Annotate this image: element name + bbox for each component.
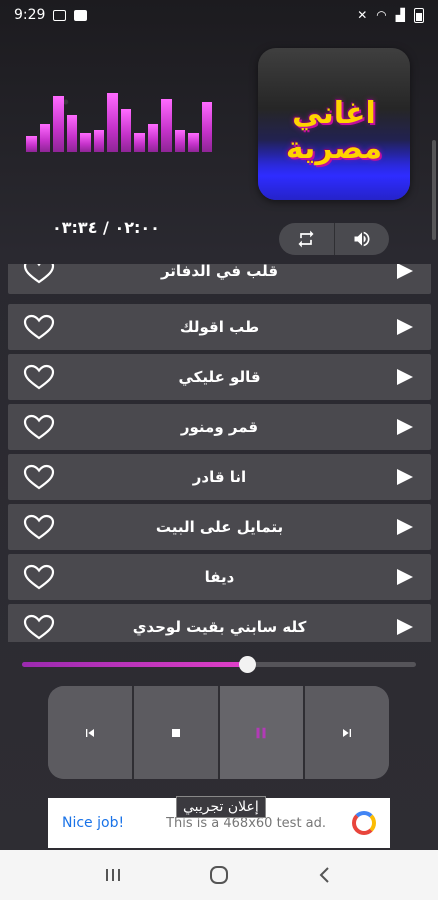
- status-time: 9:29: [14, 7, 46, 23]
- volume-button[interactable]: [333, 223, 390, 255]
- play-icon[interactable]: [397, 619, 413, 635]
- ad-label: إعلان تجريبي: [176, 796, 266, 818]
- song-list-item[interactable]: قمر ومنور: [8, 404, 431, 450]
- status-bar: 9:29 ✕ ◠ ▟: [0, 0, 438, 30]
- battery-icon: [414, 7, 424, 23]
- volume-icon: [354, 231, 370, 247]
- song-title: قالو عليكي: [178, 368, 261, 386]
- song-list-item[interactable]: كله سابني بقيت لوحدي: [8, 604, 431, 642]
- equalizer-bar: [80, 133, 91, 152]
- progress-fill: [22, 662, 247, 667]
- equalizer-bar: [53, 96, 64, 152]
- pause-button[interactable]: [217, 686, 304, 779]
- signal-icon: ▟: [395, 8, 406, 22]
- stop-icon: [171, 728, 180, 737]
- album-title: اغاني مصرية: [285, 96, 383, 166]
- ad-nice-text: Nice job!: [62, 815, 125, 831]
- equalizer-bar: [174, 130, 185, 152]
- play-icon[interactable]: [397, 519, 413, 535]
- equalizer-bar: [188, 133, 199, 152]
- back-button[interactable]: [305, 855, 345, 895]
- song-title: انا قادر: [192, 468, 247, 486]
- equalizer-bar: [161, 99, 172, 152]
- home-button[interactable]: [199, 855, 239, 895]
- play-icon[interactable]: [397, 569, 413, 585]
- song-title: قلب في الدفاتر: [160, 264, 279, 280]
- song-list-item[interactable]: قالو عليكي: [8, 354, 431, 400]
- stop-button[interactable]: [131, 686, 218, 779]
- favorite-heart-icon[interactable]: [22, 313, 56, 341]
- screenshot-icon: [74, 9, 88, 21]
- ad-logo-icon: [352, 811, 376, 835]
- recent-apps-button[interactable]: [93, 855, 133, 895]
- play-icon[interactable]: [397, 469, 413, 485]
- favorite-heart-icon[interactable]: [22, 463, 56, 491]
- song-list-item[interactable]: بتمايل على البيت: [8, 504, 431, 550]
- album-cover: اغاني مصرية: [258, 48, 410, 200]
- home-icon: [210, 866, 228, 884]
- playback-mode-controls: [279, 223, 389, 255]
- equalizer-bar: [107, 93, 118, 152]
- mute-icon: ✕: [357, 8, 369, 22]
- song-title: كله سابني بقيت لوحدي: [132, 618, 307, 636]
- equalizer-bar: [39, 124, 50, 152]
- song-list: قلب في الدفاتر طب اقولك قالو عليكي قمر ومنو…: [8, 264, 431, 642]
- song-list-item[interactable]: طب اقولك: [8, 304, 431, 350]
- time-display: ٠٢:٠٠ / ٠٣:٣٤: [52, 218, 160, 237]
- next-button[interactable]: [303, 686, 389, 779]
- scroll-indicator: [432, 140, 436, 240]
- favorite-heart-icon[interactable]: [22, 264, 56, 285]
- song-list-item[interactable]: انا قادر: [8, 454, 431, 500]
- equalizer-bar: [147, 124, 158, 152]
- song-title: بتمايل على البيت: [155, 518, 284, 536]
- song-title: قمر ومنور: [180, 418, 259, 436]
- repeat-button[interactable]: [279, 223, 334, 255]
- pause-icon: [256, 727, 266, 738]
- transport-controls: [48, 686, 389, 779]
- equalizer-visualizer: [26, 90, 212, 152]
- play-icon[interactable]: [397, 369, 413, 385]
- previous-button[interactable]: [48, 686, 132, 779]
- song-title: طب اقولك: [179, 318, 260, 336]
- equalizer-bar: [66, 115, 77, 152]
- play-icon[interactable]: [397, 264, 413, 279]
- equalizer-bar: [93, 130, 104, 152]
- back-icon: [319, 867, 329, 883]
- song-list-item[interactable]: ديفا: [8, 554, 431, 600]
- equalizer-bar: [201, 102, 212, 152]
- recent-apps-icon: [106, 869, 120, 881]
- song-title: ديفا: [204, 568, 235, 586]
- progress-thumb[interactable]: [238, 656, 256, 673]
- gallery-icon: [53, 9, 67, 21]
- favorite-heart-icon[interactable]: [22, 513, 56, 541]
- progress-bar[interactable]: [22, 656, 416, 673]
- repeat-icon: [298, 230, 314, 248]
- play-icon[interactable]: [397, 319, 413, 335]
- favorite-heart-icon[interactable]: [22, 413, 56, 441]
- skip-next-icon: [343, 728, 352, 737]
- wifi-icon: ◠: [376, 8, 388, 22]
- equalizer-bar: [26, 136, 37, 152]
- favorite-heart-icon[interactable]: [22, 363, 56, 391]
- system-nav-bar: [0, 850, 438, 900]
- play-icon[interactable]: [397, 419, 413, 435]
- equalizer-bar: [120, 109, 131, 152]
- equalizer-bar: [134, 133, 145, 152]
- favorite-heart-icon[interactable]: [22, 563, 56, 591]
- skip-previous-icon: [85, 728, 94, 737]
- favorite-heart-icon[interactable]: [22, 613, 56, 641]
- song-list-item[interactable]: قلب في الدفاتر: [8, 264, 431, 294]
